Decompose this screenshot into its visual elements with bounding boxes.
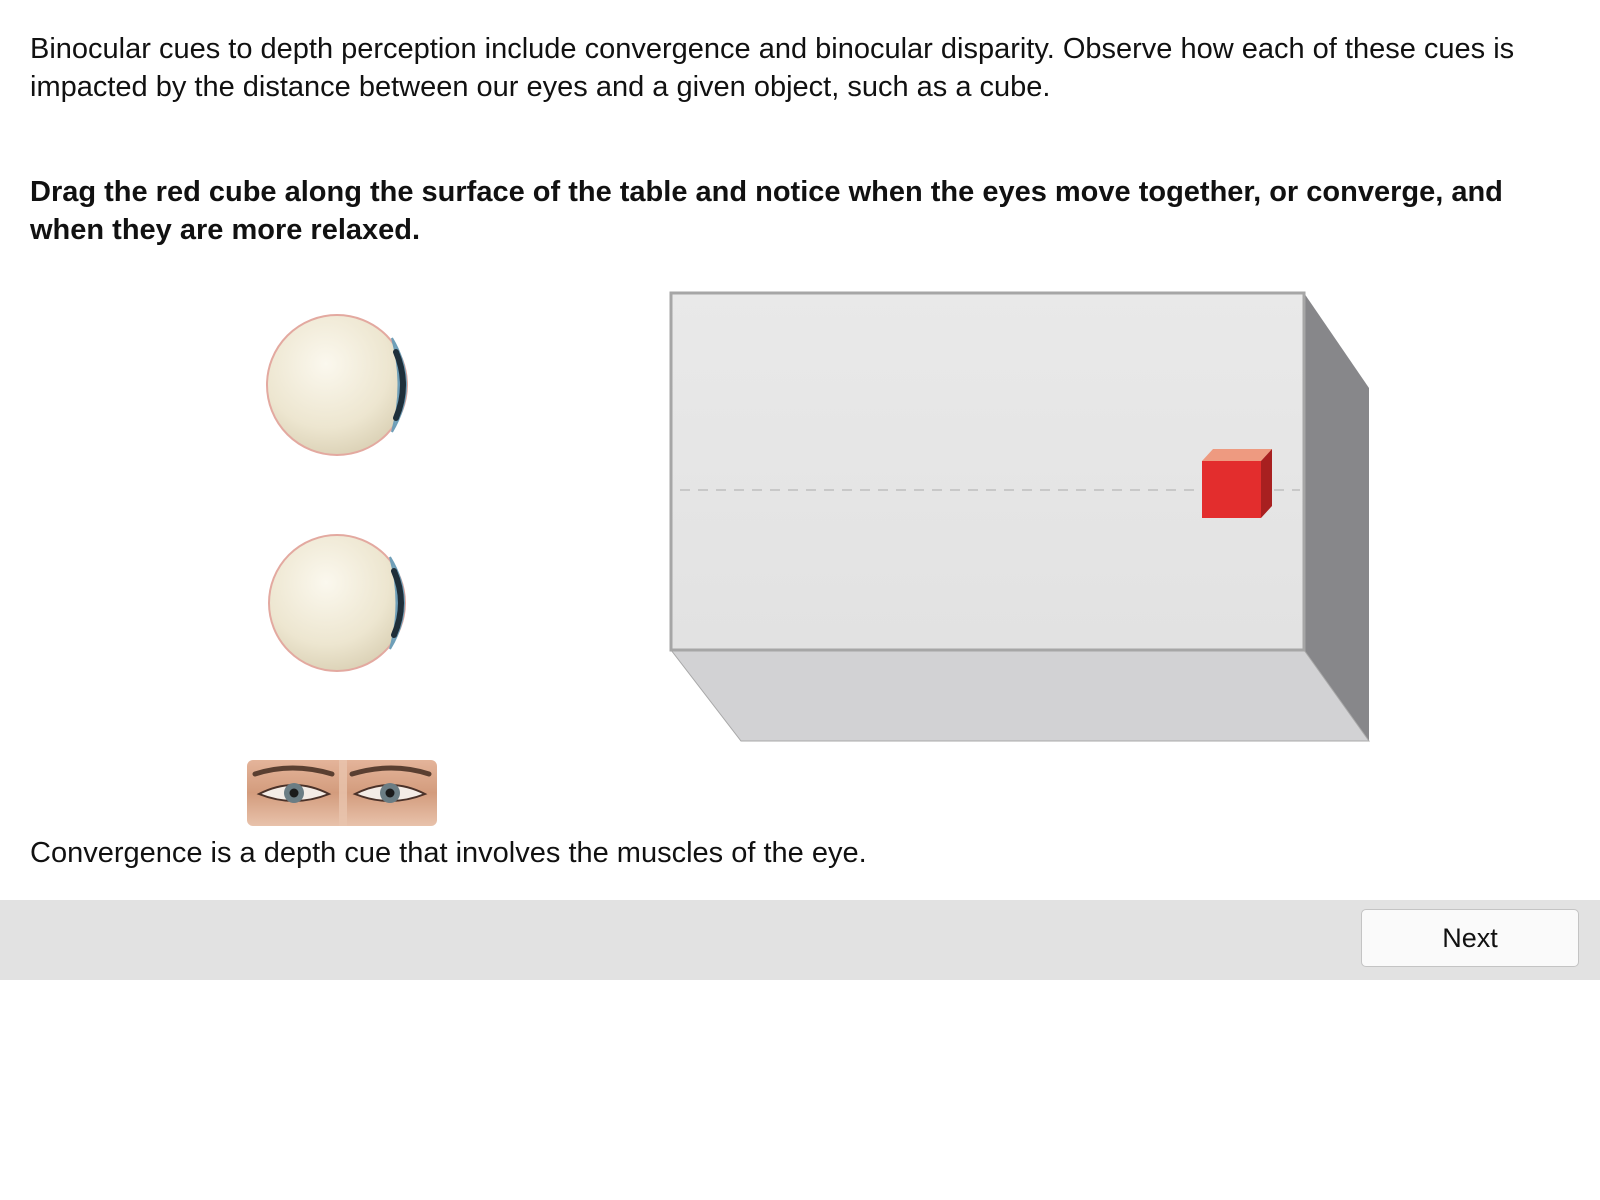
eyeball-top-icon <box>266 314 408 456</box>
footer-bar <box>0 900 1600 980</box>
depth-simulation <box>266 291 1370 742</box>
eyes-photo <box>247 760 437 826</box>
red-cube[interactable] <box>1202 449 1272 518</box>
intro-text: Binocular cues to depth perception inclu… <box>30 33 1515 103</box>
instruction-text: Drag the red cube along the surface of t… <box>30 176 1503 246</box>
eyeball-bottom-icon <box>268 534 406 672</box>
table <box>669 291 1370 742</box>
table-front <box>669 649 1370 742</box>
table-side <box>1304 293 1369 741</box>
next-button[interactable]: Next <box>1361 909 1579 967</box>
caption-text: Convergence is a depth cue that involves… <box>30 837 867 869</box>
activity-page: Binocular cues to depth perception inclu… <box>0 0 1600 1200</box>
